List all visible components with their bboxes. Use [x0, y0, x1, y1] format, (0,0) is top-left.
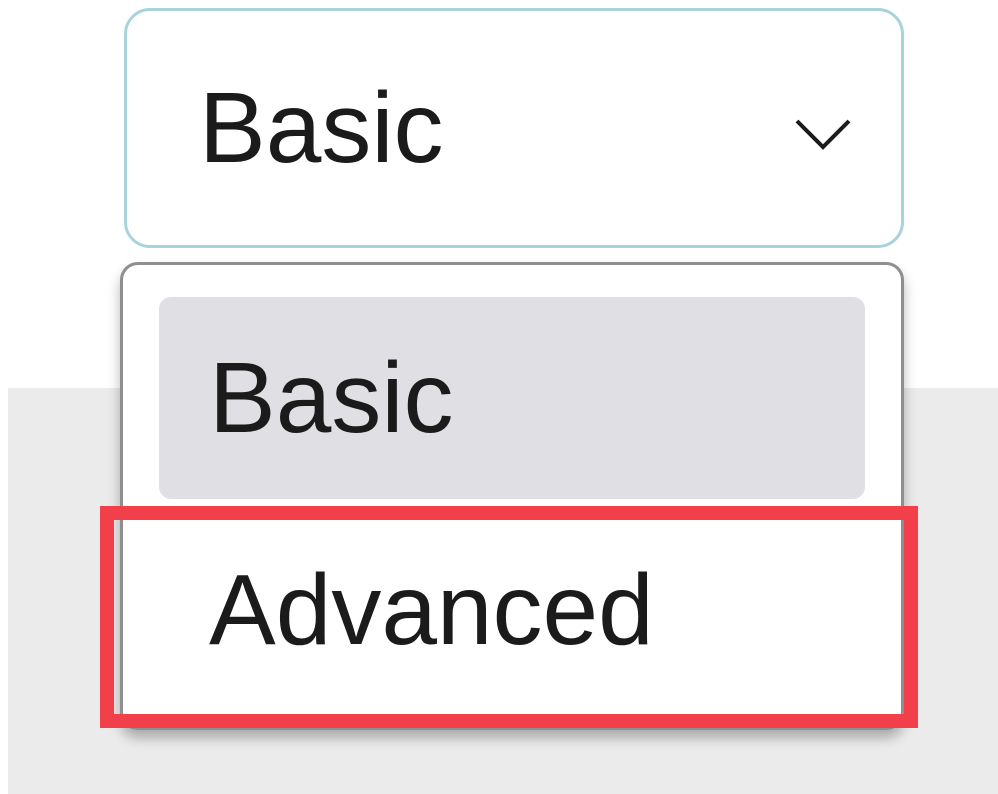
select-current-value: Basic: [199, 72, 444, 184]
mode-select[interactable]: Basic: [124, 8, 904, 248]
option-label: Basic: [209, 342, 454, 454]
option-basic[interactable]: Basic: [159, 297, 865, 499]
screen: Basic Basic Advanced: [0, 0, 998, 794]
chevron-down-icon[interactable]: [793, 115, 853, 155]
highlight-frame: [100, 506, 918, 728]
